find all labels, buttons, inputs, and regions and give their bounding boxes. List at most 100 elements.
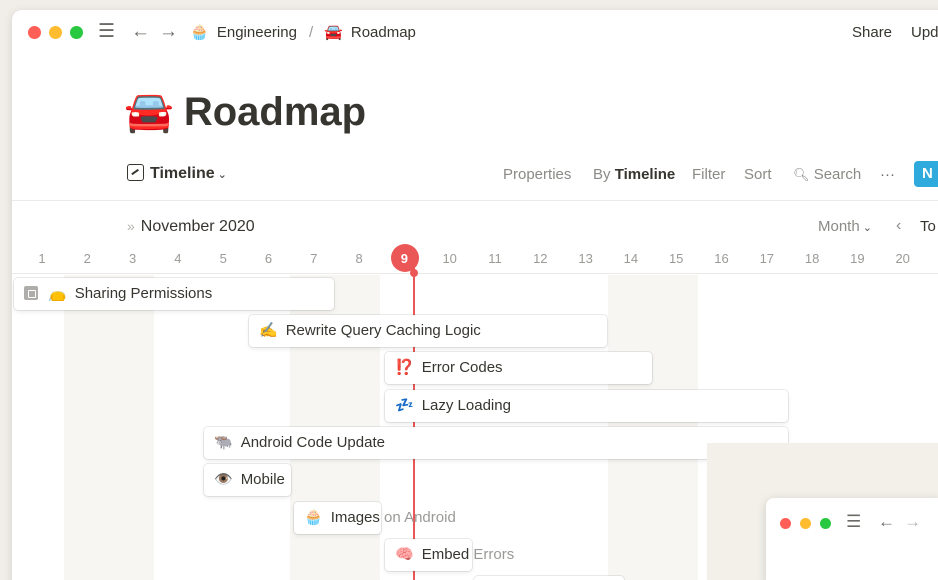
task-icon: 👁️: [214, 471, 233, 488]
group-by-value: Timeline: [614, 166, 676, 183]
day-header-row: 1 2 3 4 5 6 7 8 9 10 11 12 13 14 15 16 17 18 19 20: [12, 244, 938, 274]
view-name: Timeline: [150, 165, 215, 182]
group-by-button[interactable]: By Timeline: [593, 164, 675, 186]
breadcrumb-icon: 🧁: [190, 24, 209, 41]
day-number: 2: [83, 251, 91, 266]
group-by-prefix: By: [593, 166, 611, 183]
arrow-right-icon[interactable]: →: [904, 512, 921, 532]
day-number: 15: [668, 251, 684, 266]
close-window-button[interactable]: [780, 518, 791, 529]
share-button[interactable]: Share: [852, 23, 892, 43]
view-selector[interactable]: Timeline ⌄: [127, 163, 227, 186]
task-card[interactable]: 🧠 Embed Errors: [385, 539, 514, 571]
month-label: November 2020: [140, 218, 255, 235]
new-button[interactable]: N: [914, 161, 938, 187]
task-title: Mobile: [240, 471, 285, 488]
task-title-overflow: Errors: [469, 546, 515, 563]
day-number: 19: [850, 251, 865, 266]
search-icon: 🔍︎: [793, 167, 810, 182]
scale-label: Month: [818, 218, 860, 235]
timeline-icon: [127, 164, 144, 181]
breadcrumb-label: Roadmap: [350, 24, 416, 41]
month-title: » November 2020: [127, 215, 255, 238]
day-number: 14: [623, 251, 639, 266]
task-card[interactable]: ⁉️ Error Codes: [385, 352, 652, 384]
page-icon[interactable]: 🚘: [124, 90, 174, 134]
task-card[interactable]: 👝 Sharing Permissions: [14, 278, 334, 310]
divider: [12, 200, 938, 201]
task-card[interactable]: 👁️ Mobile: [204, 464, 291, 496]
task-icon: 🧁: [304, 509, 323, 526]
collapse-toggle-icon[interactable]: [24, 286, 38, 300]
day-number: 17: [759, 251, 775, 266]
task-title-overflow: on Android: [379, 509, 456, 526]
today-button[interactable]: To: [920, 217, 936, 237]
task-title: Images: [330, 509, 380, 526]
day-number: 1: [38, 251, 46, 266]
page-title-text: Roadmap: [183, 90, 367, 134]
task-icon: ⁉️: [395, 359, 414, 376]
day-number: 5: [219, 251, 227, 266]
breadcrumb-item-engineering[interactable]: 🧁 Engineering: [190, 23, 297, 43]
day-number: 4: [174, 251, 182, 266]
scale-dropdown[interactable]: Month ⌄: [818, 217, 872, 238]
expand-sidebar-icon[interactable]: »: [127, 218, 135, 234]
task-icon: 🧠: [395, 546, 414, 563]
day-number: 16: [714, 251, 729, 266]
maximize-window-button[interactable]: [70, 26, 83, 39]
task-icon: ✍️: [259, 322, 278, 339]
close-window-button[interactable]: [28, 26, 41, 39]
weekend-column: [64, 275, 154, 580]
properties-button[interactable]: Properties: [503, 164, 571, 186]
search-button[interactable]: 🔍︎ Search: [793, 164, 861, 186]
search-label: Search: [813, 166, 862, 183]
task-title: Android Code Update: [240, 434, 385, 451]
day-number: 7: [310, 251, 318, 266]
breadcrumb-item-roadmap[interactable]: 🚘 Roadmap: [324, 23, 416, 43]
task-icon: 👝: [48, 285, 67, 302]
maximize-window-button[interactable]: [820, 518, 831, 529]
sort-button[interactable]: Sort: [744, 164, 772, 186]
task-card[interactable]: [474, 576, 624, 580]
breadcrumb-icon: 🚘: [324, 24, 343, 41]
chevron-down-icon: ⌄: [862, 222, 872, 234]
updates-button[interactable]: Upd: [911, 23, 938, 43]
breadcrumb-label: Engineering: [216, 24, 297, 41]
task-card[interactable]: 🐃 Android Code Update: [204, 427, 788, 459]
filter-button[interactable]: Filter: [692, 164, 725, 186]
day-number: 8: [355, 251, 363, 266]
day-number: 6: [264, 251, 273, 266]
hamburger-icon[interactable]: ☰: [98, 21, 115, 43]
task-title: Rewrite Query Caching Logic: [285, 322, 481, 339]
chevron-down-icon: ⌄: [217, 169, 227, 181]
more-options-button[interactable]: ···: [880, 164, 895, 186]
arrow-left-icon[interactable]: ←: [131, 21, 150, 43]
secondary-window: ☰ ← →: [766, 498, 938, 580]
chevron-left-icon[interactable]: ‹: [896, 216, 901, 236]
task-card[interactable]: 💤 Lazy Loading: [385, 390, 788, 422]
task-icon: 🐃: [214, 434, 233, 451]
top-bar: ☰ ← → 🧁 Engineering / 🚘 Roadmap Share Up…: [12, 10, 938, 56]
arrow-left-icon[interactable]: ←: [878, 512, 895, 532]
minimize-window-button[interactable]: [800, 518, 811, 529]
task-card[interactable]: ✍️ Rewrite Query Caching Logic: [249, 315, 607, 347]
day-number: 12: [533, 251, 548, 266]
day-number: 18: [804, 251, 820, 266]
today-line-pin: [410, 269, 418, 277]
hamburger-icon[interactable]: ☰: [846, 512, 861, 532]
day-number: 11: [488, 251, 502, 266]
task-title: Lazy Loading: [421, 397, 511, 414]
minimize-window-button[interactable]: [49, 26, 62, 39]
task-icon: 💤: [395, 397, 414, 414]
breadcrumb-separator: /: [309, 24, 314, 41]
page-title[interactable]: 🚘 Roadmap: [124, 88, 366, 136]
day-number: 10: [442, 251, 457, 266]
task-title: Sharing Permissions: [74, 285, 213, 302]
task-title: Error Codes: [421, 359, 503, 376]
task-card[interactable]: 🧁 Images on Android: [294, 502, 456, 534]
day-number: 3: [128, 251, 137, 266]
arrow-right-icon[interactable]: →: [159, 21, 178, 43]
day-number: 20: [895, 251, 910, 266]
day-number: 13: [578, 251, 593, 266]
task-title: Embed: [421, 546, 470, 563]
